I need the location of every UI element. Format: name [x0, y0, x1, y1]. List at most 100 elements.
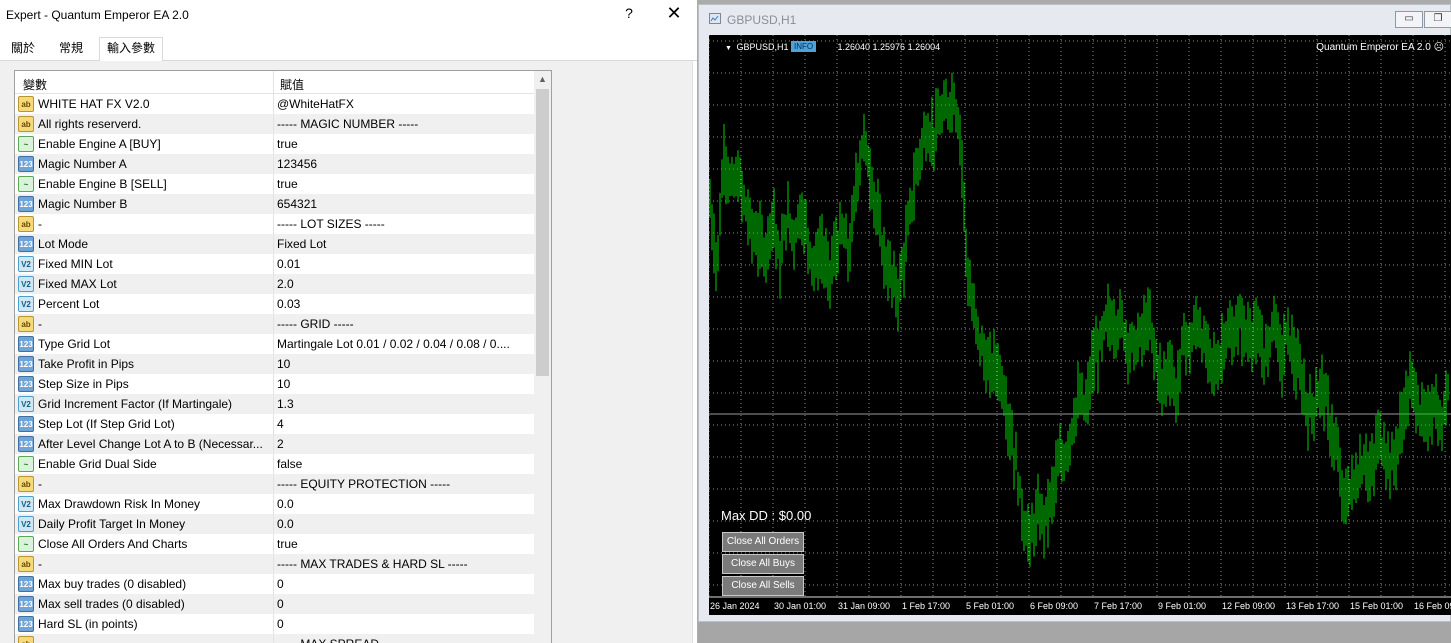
input-row[interactable]: V2 Fixed MAX Lot 2.0: [15, 274, 534, 294]
maximize-button[interactable]: ❐: [1424, 11, 1451, 28]
input-value[interactable]: ----- LOT SIZES -----: [277, 217, 529, 231]
input-row[interactable]: V2 Max Drawdown Risk In Money 0.0: [15, 494, 534, 514]
input-row[interactable]: 123 Magic Number A 123456: [15, 154, 534, 174]
input-value[interactable]: ----- MAGIC NUMBER -----: [277, 117, 529, 131]
tab-inputs[interactable]: 輸入參數: [99, 37, 163, 62]
input-value[interactable]: 0.0: [277, 517, 529, 531]
input-row[interactable]: 123 Max sell trades (0 disabled) 0: [15, 594, 534, 614]
input-value[interactable]: true: [277, 177, 529, 191]
cell-divider: [273, 214, 274, 234]
input-row[interactable]: V2 Grid Increment Factor (If Martingale) 1…: [15, 394, 534, 414]
column-variable[interactable]: 變數: [23, 76, 47, 93]
input-variable-name: Close All Orders And Charts: [38, 537, 188, 551]
input-value[interactable]: 10: [277, 357, 529, 371]
string-type-icon: ab: [18, 116, 34, 132]
input-value[interactable]: false: [277, 457, 529, 471]
input-row[interactable]: ab- ----- MAX SPREAD -----: [15, 634, 534, 643]
chart-window-icon: [709, 13, 721, 24]
input-value[interactable]: 654321: [277, 197, 529, 211]
boolean-type-icon: ~: [18, 176, 34, 192]
boolean-type-icon: ~: [18, 136, 34, 152]
input-row[interactable]: ~ Close All Orders And Charts true: [15, 534, 534, 554]
input-row[interactable]: ab - ----- MAX TRADES & HARD SL -----: [15, 554, 534, 574]
string-type-icon: ab: [18, 216, 34, 232]
input-value[interactable]: Fixed Lot: [277, 237, 529, 251]
input-variable-name: Grid Increment Factor (If Martingale): [38, 397, 233, 411]
input-value[interactable]: Martingale Lot 0.01 / 0.02 / 0.04 / 0.08…: [277, 337, 529, 351]
input-row[interactable]: ~ Enable Grid Dual Side false: [15, 454, 534, 474]
input-row[interactable]: 123 Type Grid Lot Martingale Lot 0.01 / 0.…: [15, 334, 534, 354]
input-row[interactable]: 123 After Level Change Lot A to B (Necess…: [15, 434, 534, 454]
input-value[interactable]: 0.03: [277, 297, 529, 311]
input-row[interactable]: ab - ----- GRID -----: [15, 314, 534, 334]
string-type-icon: ab: [18, 96, 34, 112]
cell-divider: [273, 334, 274, 354]
scroll-up-arrow-icon[interactable]: ▲: [534, 71, 551, 88]
input-row[interactable]: 123 Max buy trades (0 disabled) 0: [15, 574, 534, 594]
double-type-icon: V2: [18, 396, 34, 412]
cell-divider: [273, 394, 274, 414]
input-value[interactable]: true: [277, 137, 529, 151]
input-variable-name: All rights reserverd.: [38, 117, 142, 131]
price-chart[interactable]: ▼ GBPUSD,H1 1.26040 1.25976 1.26004 INFO…: [709, 35, 1451, 615]
tab-common[interactable]: 常規: [50, 38, 92, 59]
input-row[interactable]: ab - ----- EQUITY PROTECTION -----: [15, 474, 534, 494]
info-badge[interactable]: INFO: [791, 41, 817, 52]
input-row[interactable]: V2 Percent Lot 0.03: [15, 294, 534, 314]
input-variable-name: WHITE HAT FX V2.0: [38, 97, 150, 111]
minimize-button[interactable]: ▭: [1395, 11, 1423, 28]
input-row[interactable]: V2 Daily Profit Target In Money 0.0: [15, 514, 534, 534]
time-axis-label: 7 Feb 17:00: [1094, 601, 1143, 611]
double-type-icon: V2: [18, 516, 34, 532]
input-value[interactable]: ----- MAX TRADES & HARD SL -----: [277, 557, 529, 571]
input-value[interactable]: ----- GRID -----: [277, 317, 529, 331]
input-value[interactable]: @WhiteHatFX: [277, 97, 529, 111]
input-value[interactable]: 0: [277, 597, 529, 611]
scrollbar-thumb[interactable]: [536, 89, 549, 376]
input-row[interactable]: 123 Lot Mode Fixed Lot: [15, 234, 534, 254]
input-value[interactable]: 2.0: [277, 277, 529, 291]
input-row[interactable]: V2 Fixed MIN Lot 0.01: [15, 254, 534, 274]
chart-window-titlebar[interactable]: GBPUSD,H1 ▭ ❐: [699, 5, 1451, 32]
input-value[interactable]: 0.0: [277, 497, 529, 511]
close-button[interactable]: ✕: [664, 4, 684, 24]
input-value[interactable]: true: [277, 537, 529, 551]
time-axis-label: 6 Feb 09:00: [1030, 601, 1079, 611]
input-value[interactable]: 0: [277, 617, 529, 631]
dropdown-triangle-icon[interactable]: ▼: [725, 45, 732, 52]
input-value[interactable]: 0.01: [277, 257, 529, 271]
input-row[interactable]: ~ Enable Engine A [BUY] true: [15, 134, 534, 154]
tab-about[interactable]: 關於: [4, 38, 42, 59]
vertical-scrollbar[interactable]: ▲: [534, 71, 551, 643]
input-value[interactable]: 2: [277, 437, 529, 451]
close-all-sells-button[interactable]: Close All Sells: [722, 576, 804, 596]
column-value[interactable]: 賦值: [280, 76, 304, 93]
input-value[interactable]: 0: [277, 577, 529, 591]
input-row[interactable]: 123 Magic Number B 654321: [15, 194, 534, 214]
input-value[interactable]: ----- EQUITY PROTECTION -----: [277, 477, 529, 491]
input-variable-name: Step Size in Pips: [38, 377, 129, 391]
close-all-orders-button[interactable]: Close All Orders: [722, 532, 804, 552]
input-row[interactable]: ab - ----- LOT SIZES -----: [15, 214, 534, 234]
input-row[interactable]: ab All rights reserverd. ----- MAGIC NUMBE…: [15, 114, 534, 134]
cell-divider: [273, 374, 274, 394]
help-button[interactable]: ?: [620, 5, 638, 23]
input-value[interactable]: 1.3: [277, 397, 529, 411]
close-all-buys-button[interactable]: Close All Buys: [722, 554, 804, 574]
boolean-type-icon: ~: [18, 536, 34, 552]
input-row[interactable]: 123 Hard SL (in points) 0: [15, 614, 534, 634]
input-value[interactable]: 4: [277, 417, 529, 431]
cell-divider: [273, 254, 274, 274]
input-value[interactable]: ----- MAX SPREAD -----: [277, 637, 529, 643]
input-value[interactable]: 10: [277, 377, 529, 391]
input-row[interactable]: ~ Enable Engine B [SELL] true: [15, 174, 534, 194]
column-divider[interactable]: [273, 71, 274, 93]
input-row[interactable]: 123 Take Profit in Pips 10: [15, 354, 534, 374]
input-variable-name: Daily Profit Target In Money: [38, 517, 186, 531]
input-row[interactable]: 123 Step Size in Pips 10: [15, 374, 534, 394]
input-row[interactable]: ab WHITE HAT FX V2.0 @WhiteHatFX: [15, 94, 534, 114]
input-value[interactable]: 123456: [277, 157, 529, 171]
input-variable-name: Percent Lot: [38, 297, 100, 311]
cell-divider: [273, 294, 274, 314]
input-row[interactable]: 123 Step Lot (If Step Grid Lot) 4: [15, 414, 534, 434]
